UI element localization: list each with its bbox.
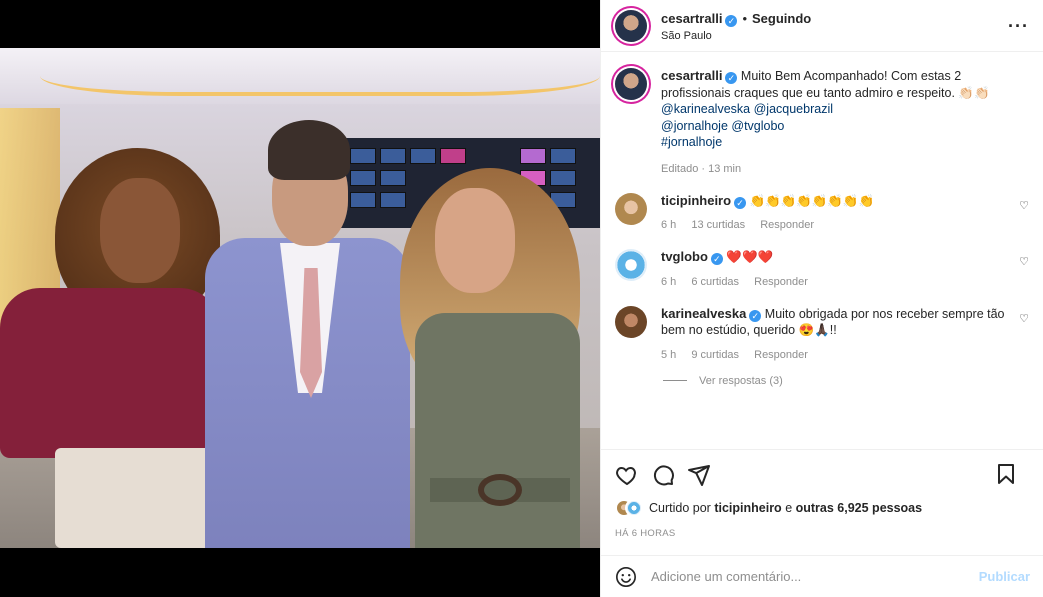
hashtag-link[interactable]: #jornalhoje — [661, 135, 722, 149]
studio-ceiling — [0, 48, 600, 104]
mention-link[interactable]: @jacquebrazil — [754, 102, 833, 116]
verified-badge-icon: ✓ — [725, 14, 738, 27]
mention-link[interactable]: @jornalhoje — [661, 119, 728, 133]
person-left-top — [0, 288, 220, 458]
liker-avatar — [625, 499, 643, 517]
verified-badge-icon: ✓ — [749, 309, 762, 322]
liked-by-user[interactable]: ticipinheiro — [714, 501, 781, 515]
separator-dot: • — [742, 10, 747, 26]
comment-username[interactable]: karinealveska — [661, 306, 746, 321]
author-avatar[interactable] — [615, 9, 647, 42]
save-bookmark-icon[interactable] — [994, 462, 1018, 486]
caption-author-avatar[interactable] — [615, 68, 647, 100]
add-comment-bar: Publicar — [601, 555, 1043, 597]
author-username[interactable]: cesartralli — [661, 11, 722, 26]
caption-username[interactable]: cesartralli — [661, 68, 722, 83]
comment-item: karinealveska ✓ Muito obrigada por nos re… — [615, 305, 1029, 361]
comment-username[interactable]: tvglobo — [661, 249, 708, 264]
like-comment-heart-icon[interactable]: ♡ — [1019, 199, 1029, 212]
like-comment-heart-icon[interactable]: ♡ — [1019, 255, 1029, 268]
more-options-icon[interactable]: ··· — [1008, 16, 1029, 37]
mention-link[interactable]: @karinealveska — [661, 102, 750, 116]
studio-scene — [0, 48, 600, 548]
post-timestamp[interactable]: HÁ 6 HORAS — [615, 528, 676, 539]
share-send-icon[interactable] — [687, 463, 711, 487]
comment-likes[interactable]: 9 curtidas — [691, 349, 739, 361]
comment-item: tvglobo ✓ ❤️❤️❤️ 6 h 6 curtidas Responder… — [615, 249, 1029, 288]
person-right-dress — [415, 313, 580, 548]
following-button[interactable]: Seguindo — [752, 11, 811, 26]
commenter-avatar[interactable] — [615, 249, 647, 281]
comment-time[interactable]: 6 h — [661, 219, 676, 231]
comment-username[interactable]: ticipinheiro — [661, 193, 731, 208]
person-left-pants — [55, 448, 230, 548]
comment-text: ❤️❤️❤️ — [726, 250, 774, 264]
verified-badge-icon: ✓ — [734, 196, 747, 209]
verified-badge-icon: ✓ — [725, 72, 738, 84]
view-replies-button[interactable]: Ver respostas (3) — [663, 375, 1029, 387]
comment-bubble-icon[interactable] — [651, 463, 675, 487]
verified-badge-icon: ✓ — [710, 253, 723, 265]
reply-button[interactable]: Responder — [754, 349, 808, 361]
person-right-buckle — [478, 474, 522, 506]
person-right-face — [435, 188, 515, 293]
liked-by-others[interactable]: outras 6,925 pessoas — [796, 501, 922, 515]
reply-button[interactable]: Responder — [760, 219, 814, 231]
emoji-icon[interactable] — [615, 566, 637, 588]
publish-button[interactable]: Publicar — [979, 569, 1030, 584]
mention-link[interactable]: @tvglobo — [731, 119, 784, 133]
post-location[interactable]: São Paulo — [661, 30, 811, 42]
comment-time[interactable]: 5 h — [661, 349, 676, 361]
comment-likes[interactable]: 6 curtidas — [691, 276, 739, 288]
liked-by-label: Curtido por — [649, 501, 711, 515]
comment-item: ticipinheiro ✓ 👏👏👏👏👏👏👏👏 6 h 13 curtidas R… — [615, 192, 1029, 231]
edited-label: Editado · 13 min — [661, 162, 742, 175]
likes-summary: Curtido por ticipinheiro e outras 6,925 … — [615, 499, 922, 517]
like-comment-heart-icon[interactable]: ♡ — [1019, 312, 1029, 325]
commenter-avatar[interactable] — [615, 305, 647, 338]
comment-text: 👏👏👏👏👏👏👏👏 — [749, 193, 875, 208]
reply-button[interactable]: Responder — [754, 276, 808, 288]
post-side-panel: cesartralli ✓ • Seguindo São Paulo ··· cesa… — [600, 0, 1043, 597]
post-header: cesartralli ✓ • Seguindo São Paulo ··· — [601, 0, 1043, 52]
post-photo[interactable] — [0, 0, 600, 597]
person-center-hair — [268, 120, 350, 180]
caption: cesartralli ✓ Muito Bem Acompanhado! Com … — [615, 68, 1029, 175]
like-heart-icon[interactable] — [615, 463, 639, 487]
comments-section[interactable]: cesartralli ✓ Muito Bem Acompanhado! Com … — [601, 52, 1043, 449]
comment-time[interactable]: 6 h — [661, 276, 676, 288]
person-left-face — [100, 178, 180, 283]
commenter-avatar[interactable] — [615, 192, 647, 225]
comment-input[interactable] — [651, 569, 979, 584]
liked-by-conj: e — [785, 501, 793, 515]
comment-likes[interactable]: 13 curtidas — [691, 219, 745, 231]
post-actions — [601, 449, 1043, 499]
